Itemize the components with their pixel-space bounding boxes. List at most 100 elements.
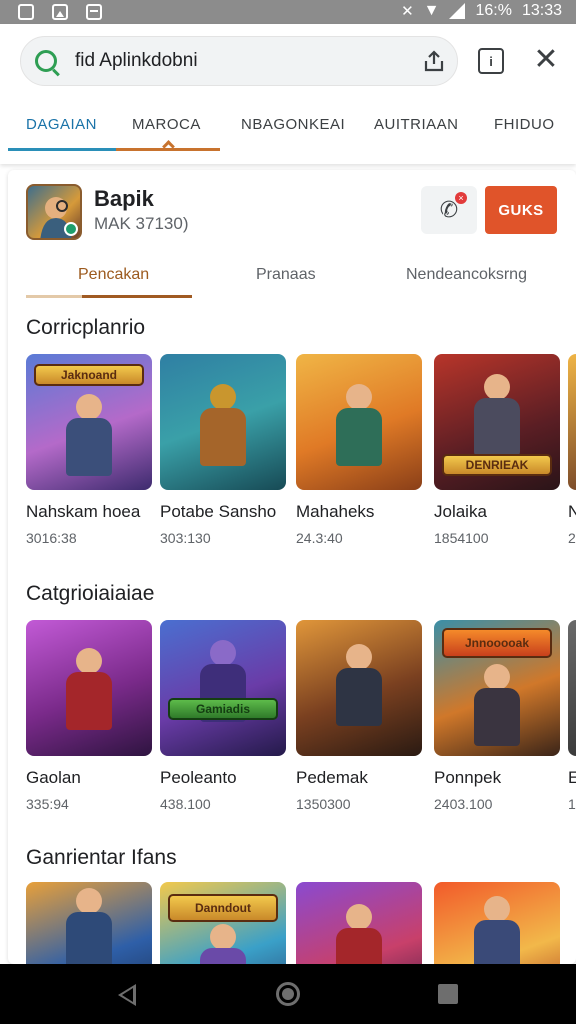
hero-figure [470,374,524,462]
search-input[interactable]: fid Aplinkdobni [75,50,198,72]
subtab-indicator-light [26,295,82,298]
tab-1[interactable]: MAROCA [132,116,201,133]
notification-badge-icon: × [455,192,467,204]
tab-3[interactable]: AUITRIAAN [374,116,459,133]
recent-apps-icon[interactable] [438,984,458,1004]
game-thumbnail[interactable] [296,354,422,490]
game-name: Pedemak [296,768,368,787]
game-meta: 1350300 [296,796,351,812]
tab-2[interactable]: NBAGONKEAI [241,116,345,133]
back-icon[interactable] [118,984,136,1006]
subtab-indicator [82,295,192,298]
section-title: Corricplanrio [26,316,146,339]
search-header: fid Aplinkdobni i ✕ DAGAIAN MAROCA NBAGO… [0,24,576,164]
game-banner: Gamiadis [168,698,278,720]
game-thumbnail[interactable]: Jaknoand [26,354,152,490]
wifi-icon: ▼ [423,2,440,19]
info-icon[interactable]: i [478,48,504,74]
game-thumbnail[interactable] [568,620,576,756]
game-card[interactable]: Jaknoand Nahskam hoea 3016:38 [26,354,152,546]
game-card[interactable]: E 1 [568,620,576,812]
close-icon[interactable]: ✕ [532,45,560,75]
game-banner: DENRIEAK [442,454,552,476]
game-banner: Danndout [168,894,278,922]
game-card[interactable]: Mahaheks 24.3:40 [296,354,422,546]
game-card[interactable]: Gamiadis Peoleanto 438.100 [160,620,286,812]
game-meta: 303:130 [160,530,211,546]
game-thumbnail[interactable]: Gamiadis [160,620,286,756]
game-card[interactable]: N 2 [568,354,576,546]
game-card[interactable]: Gaolan 335:94 [26,620,152,812]
signal-icon [449,3,466,19]
search-icon [35,50,57,72]
game-banner: Jaknoand [34,364,144,386]
game-thumbnail[interactable] [296,882,422,964]
game-row: Jaknoand Nahskam hoea 3016:38 Potabe San… [26,354,576,554]
game-banner: Jnnooooak [442,628,552,658]
battery-text: 16:% [475,2,512,19]
sub-tabs: Pencakan Pranaas Nendeancoksrng [0,262,576,302]
game-meta: 24.3:40 [296,530,343,546]
game-name: Peoleanto [160,768,237,787]
game-thumbnail[interactable] [296,620,422,756]
notification-icon [18,4,34,20]
game-row: Danndout [26,882,576,964]
game-card[interactable]: Potabe Sansho 303:130 [160,354,286,546]
game-thumbnail[interactable]: Danndout [160,882,286,964]
game-thumbnail[interactable]: DENRIEAK [434,354,560,490]
game-card[interactable] [434,882,560,964]
subtab-0[interactable]: Pencakan [78,266,149,284]
clock: 13:33 [521,2,562,19]
game-row: Gaolan 335:94 Gamiadis Peoleanto 438.100… [26,620,576,820]
app-badge-icon [64,222,78,236]
game-card[interactable]: DENRIEAK Jolaika 1854100 [434,354,560,546]
game-card[interactable] [26,882,152,964]
install-button[interactable]: GUKS [485,186,557,234]
vibrate-icon: ✕ [401,3,414,20]
game-thumbnail[interactable] [26,620,152,756]
subtab-2[interactable]: Nendeancoksrng [406,266,527,284]
game-card[interactable]: Jnnooooak Ponnpek 2403.100 [434,620,560,812]
game-meta: 335:94 [26,796,69,812]
section-title: Ganrientar Ifans [26,846,177,869]
hero-figure [332,904,386,964]
tab-0[interactable]: DAGAIAN [26,116,97,133]
game-meta: 3016:38 [26,530,77,546]
game-thumbnail[interactable] [26,882,152,964]
call-button[interactable]: ✆ × [421,186,477,234]
search-bar[interactable]: fid Aplinkdobni [20,36,458,86]
game-name: N [568,502,576,521]
game-meta: 2 [568,530,576,546]
game-thumbnail[interactable] [160,354,286,490]
game-name: Potabe Sansho [160,502,277,521]
game-thumbnail[interactable]: Jnnooooak [434,620,560,756]
game-name: Jolaika [434,502,487,521]
game-thumbnail[interactable] [568,354,576,490]
game-card[interactable]: Pedemak 1350300 [296,620,422,812]
system-icons: ✕ ▼ 16:% 13:33 [401,2,562,20]
status-bar: ✕ ▼ 16:% 13:33 [0,0,576,24]
section-title: Catgrioiaiaiae [26,582,155,605]
app-name: Bapik [94,186,154,211]
hero-figure [470,896,524,964]
hero-figure [196,384,250,472]
game-card[interactable]: Danndout [160,882,286,964]
hero-figure [332,384,386,472]
game-meta: 438.100 [160,796,211,812]
game-meta: 1854100 [434,530,489,546]
hero-figure [62,648,116,736]
home-icon[interactable] [276,982,300,1006]
game-name: E [568,768,576,787]
hero-figure [332,644,386,732]
game-thumbnail[interactable] [434,882,560,964]
image-notification-icon [52,4,68,20]
tab-indicator-secondary [116,148,220,151]
hero-figure [470,664,524,752]
tab-4[interactable]: FHIDUO [494,116,555,133]
game-card[interactable] [296,882,422,964]
subtab-1[interactable]: Pranaas [256,266,316,284]
top-tabs: DAGAIAN MAROCA NBAGONKEAI AUITRIAAN FHID… [0,112,576,152]
game-meta: 1 [568,796,576,812]
game-name: Ponnpek [434,768,502,787]
share-icon[interactable] [423,50,445,72]
